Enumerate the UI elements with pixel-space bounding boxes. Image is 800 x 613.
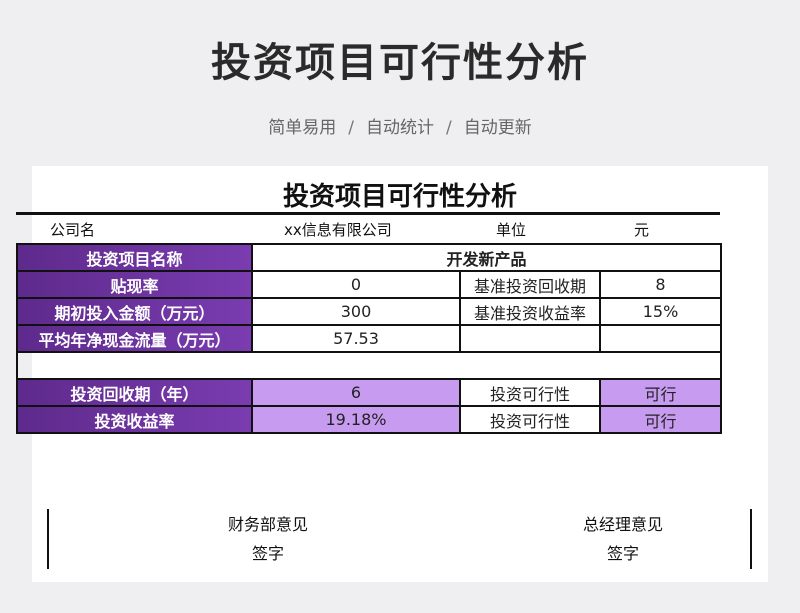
table-row	[15, 351, 723, 380]
feasibility-table: 投资项目名称 开发新产品 贴现率 0 基准投资回收期 8 期初投入金额（万元） …	[15, 243, 723, 434]
benchmark-payback-value[interactable]: 8	[598, 270, 723, 299]
unit-label: 单位	[496, 221, 527, 239]
project-name-value[interactable]: 开发新产品	[250, 243, 723, 272]
right-border	[750, 509, 752, 569]
table-row: 平均年净现金流量（万元） 57.53	[16, 324, 723, 353]
table-row: 投资收益率 19.18% 投资可行性 可行	[16, 405, 723, 434]
initial-investment-value[interactable]: 300	[251, 297, 461, 326]
subtitle-item: 自动统计	[366, 118, 434, 138]
return-value[interactable]: 19.18%	[251, 405, 461, 434]
page-subtitle: 简单易用 / 自动统计 / 自动更新	[0, 113, 800, 138]
avg-cashflow-value[interactable]: 57.53	[251, 324, 461, 353]
return-feasibility-value[interactable]: 可行	[598, 405, 723, 434]
payback-label: 投资回收期（年）	[16, 378, 253, 407]
sheet-title: 投资项目可行性分析	[282, 182, 517, 212]
gm-sign-label: 签字	[606, 544, 639, 563]
empty-cell[interactable]	[598, 324, 723, 353]
benchmark-return-value[interactable]: 15%	[598, 297, 723, 326]
title-underline	[16, 212, 720, 215]
finance-sign-label: 签字	[251, 544, 284, 563]
left-border	[47, 509, 49, 569]
benchmark-return-label: 基准投资收益率	[459, 297, 601, 326]
subtitle-separator: /	[348, 118, 354, 138]
table-row: 投资回收期（年） 6 投资可行性 可行	[16, 378, 723, 407]
discount-rate-value[interactable]: 0	[251, 270, 461, 299]
company-value[interactable]: xx信息有限公司	[284, 219, 392, 241]
blank-area[interactable]	[15, 351, 723, 380]
project-name-label: 投资项目名称	[16, 243, 253, 272]
initial-investment-label: 期初投入金额（万元）	[16, 297, 253, 326]
payback-feasibility-label: 投资可行性	[459, 378, 601, 407]
avg-cashflow-label: 平均年净现金流量（万元）	[16, 324, 253, 353]
table-row: 投资项目名称 开发新产品	[16, 243, 723, 272]
benchmark-payback-label: 基准投资回收期	[459, 270, 601, 299]
subtitle-separator: /	[446, 118, 452, 138]
discount-rate-label: 贴现率	[16, 270, 253, 299]
finance-opinion-label: 财务部意见	[227, 515, 308, 534]
subtitle-item: 自动更新	[463, 118, 532, 138]
table-row: 贴现率 0 基准投资回收期 8	[16, 270, 723, 299]
payback-value[interactable]: 6	[251, 378, 461, 407]
payback-feasibility-value[interactable]: 可行	[598, 378, 723, 407]
return-feasibility-label: 投资可行性	[459, 405, 601, 434]
return-label: 投资收益率	[16, 405, 253, 434]
subtitle-item: 简单易用	[268, 118, 337, 138]
empty-cell[interactable]	[459, 324, 601, 353]
page-title: 投资项目可行性分析	[211, 40, 589, 86]
company-label: 公司名	[50, 221, 96, 239]
unit-value[interactable]: 元	[634, 219, 649, 241]
gm-opinion-label: 总经理意见	[582, 515, 663, 534]
table-row: 期初投入金额（万元） 300 基准投资收益率 15%	[16, 297, 723, 326]
